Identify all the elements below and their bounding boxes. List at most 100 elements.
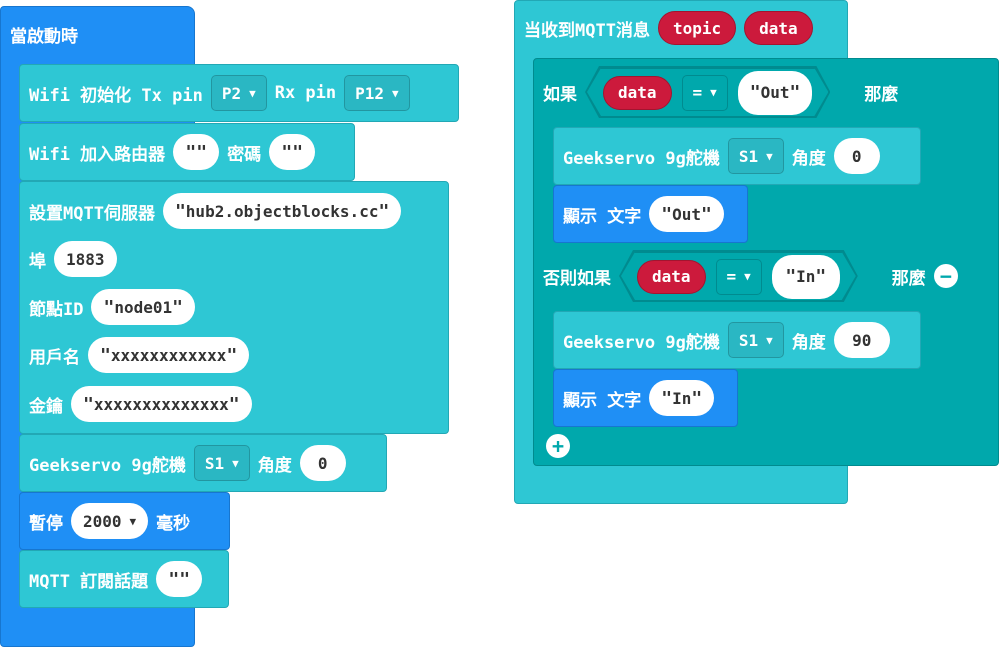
caret-down-icon: ▼	[249, 86, 256, 100]
servo1-label: Geekservo 9g舵機	[563, 148, 720, 169]
servo-pin-value: S1	[204, 453, 225, 473]
servo2-angle-value: 90	[852, 330, 872, 350]
mqtt-server-row: 設置MQTT伺服器 " hub2.objectblocks.cc "	[29, 193, 402, 229]
subscribe-row: MQTT 訂閱話題 " "	[29, 561, 203, 597]
tx-pin-dropdown[interactable]: P2 ▼	[210, 75, 267, 111]
data-param[interactable]: data	[744, 11, 813, 45]
subscribe-label: MQTT 訂閱話題	[29, 571, 149, 592]
show2-input[interactable]: " In "	[649, 380, 715, 416]
then-label: 那麼	[864, 84, 899, 105]
node-value: node01	[114, 297, 173, 317]
elseif-row: 否則如果 data = ▼ " In " 那麼 −	[543, 250, 958, 302]
servo1-angle-label: 角度	[791, 148, 826, 169]
servo-pin-dropdown[interactable]: S1 ▼	[193, 445, 250, 481]
show2-label: 顯示 文字	[563, 390, 642, 411]
pause-unit: 毫秒	[156, 513, 191, 534]
port-input[interactable]: 1883	[54, 241, 117, 277]
servo1-pin-dropdown[interactable]: S1 ▼	[727, 138, 784, 174]
mqtt-event-header: 当收到MQTT消息 topic data	[524, 11, 813, 45]
cond2-var[interactable]: data	[637, 260, 706, 294]
key-row: 金鑰 " xxxxxxxxxxxxxx "	[29, 386, 252, 422]
show2-row: 顯示 文字 " In "	[563, 380, 715, 416]
angle-input[interactable]: 0	[299, 445, 346, 481]
pause-label: 暫停	[29, 513, 63, 534]
mqtt-server-input[interactable]: " hub2.objectblocks.cc "	[162, 193, 402, 229]
user-label: 用戶名	[29, 347, 80, 368]
servo-row: Geekservo 9g舵機 S1 ▼ 角度 0	[29, 445, 346, 481]
servo2-pin-dropdown[interactable]: S1 ▼	[727, 322, 784, 358]
mqtt-server-value: hub2.objectblocks.cc	[185, 201, 379, 221]
show1-input[interactable]: " Out "	[649, 196, 724, 232]
if-row: 如果 data = ▼ " Out " 那麼	[543, 66, 898, 118]
wifi-join-label: Wifi 加入路由器	[29, 144, 166, 165]
caret-down-icon: ▼	[710, 86, 717, 99]
show2-value: In	[672, 388, 692, 408]
password-input[interactable]: " "	[269, 134, 316, 170]
on-start-label: 當啟動時	[10, 27, 78, 47]
servo1-row: Geekservo 9g舵機 S1 ▼ 角度 0	[563, 138, 880, 174]
rx-pin-label: Rx pin	[274, 83, 337, 103]
cond2-op-dropdown[interactable]: = ▼	[716, 259, 762, 295]
angle-value: 0	[317, 453, 328, 473]
cond2-op: =	[726, 267, 737, 286]
user-input[interactable]: " xxxxxxxxxxxx "	[88, 337, 250, 373]
servo1-pin-value: S1	[738, 146, 759, 166]
elseif-label: 否則如果	[543, 268, 611, 289]
topic-input[interactable]: " "	[156, 561, 203, 597]
show1-row: 顯示 文字 " Out "	[563, 196, 724, 232]
pause-row: 暫停 2000 ▼ 毫秒	[29, 503, 190, 539]
cond1-var[interactable]: data	[603, 76, 672, 110]
plus-circle-icon[interactable]: +	[546, 434, 570, 458]
caret-down-icon: ▼	[129, 514, 137, 528]
cond1-value: Out	[760, 83, 790, 102]
servo2-angle-label: 角度	[791, 332, 826, 353]
port-row: 埠 1883	[29, 241, 117, 277]
caret-down-icon: ▼	[232, 456, 239, 470]
node-label: 節點ID	[29, 299, 84, 320]
tx-pin-value: P2	[221, 83, 242, 103]
caret-down-icon: ▼	[392, 86, 399, 100]
user-value: xxxxxxxxxxxx	[110, 345, 227, 365]
caret-down-icon: ▼	[766, 149, 773, 163]
ssid-input[interactable]: " "	[173, 134, 220, 170]
pause-dropdown[interactable]: 2000 ▼	[71, 503, 149, 539]
cond1-op-dropdown[interactable]: = ▼	[682, 75, 728, 111]
cond1-op: =	[692, 83, 703, 102]
key-value: xxxxxxxxxxxxxx	[93, 394, 229, 414]
servo2-pin-value: S1	[738, 330, 759, 350]
node-row: 節點ID " node01 "	[29, 289, 195, 325]
node-input[interactable]: " node01 "	[91, 289, 195, 325]
user-row: 用戶名 " xxxxxxxxxxxx "	[29, 337, 250, 373]
angle-label: 角度	[257, 455, 292, 476]
cond2-value-input[interactable]: " In "	[772, 255, 840, 299]
servo1-angle-value: 0	[851, 146, 862, 166]
servo-label: Geekservo 9g舵機	[29, 455, 186, 476]
cond1-value-input[interactable]: " Out "	[738, 71, 813, 115]
servo2-row: Geekservo 9g舵機 S1 ▼ 角度 90	[563, 322, 890, 358]
wifi-init-label: Wifi 初始化 Tx pin	[29, 85, 203, 106]
wifi-join-row: Wifi 加入路由器 " " 密碼 " "	[29, 134, 316, 170]
port-value: 1883	[66, 249, 105, 269]
rx-pin-dropdown[interactable]: P12 ▼	[344, 75, 410, 111]
servo2-angle-input[interactable]: 90	[833, 322, 890, 358]
key-label: 金鑰	[29, 396, 63, 417]
minus-circle-icon[interactable]: −	[933, 264, 958, 288]
port-label: 埠	[29, 251, 46, 272]
condition-2[interactable]: data = ▼ " In "	[619, 250, 858, 302]
topic-param[interactable]: topic	[657, 11, 737, 45]
mqtt-server-label: 設置MQTT伺服器	[29, 203, 155, 224]
caret-down-icon: ▼	[744, 270, 751, 283]
show1-label: 顯示 文字	[563, 206, 642, 227]
pause-value: 2000	[83, 511, 122, 531]
key-input[interactable]: " xxxxxxxxxxxxxx "	[71, 386, 252, 422]
rx-pin-value: P12	[355, 83, 385, 103]
servo1-angle-input[interactable]: 0	[833, 138, 880, 174]
mqtt-event-label: 当收到MQTT消息	[524, 20, 650, 41]
on-start-header: 當啟動時	[10, 22, 78, 47]
password-label: 密碼	[227, 144, 262, 165]
if-label: 如果	[543, 84, 577, 105]
condition-1[interactable]: data = ▼ " Out "	[585, 66, 830, 118]
cond2-value: In	[796, 267, 816, 286]
show1-value: Out	[672, 204, 701, 224]
caret-down-icon: ▼	[766, 333, 773, 347]
